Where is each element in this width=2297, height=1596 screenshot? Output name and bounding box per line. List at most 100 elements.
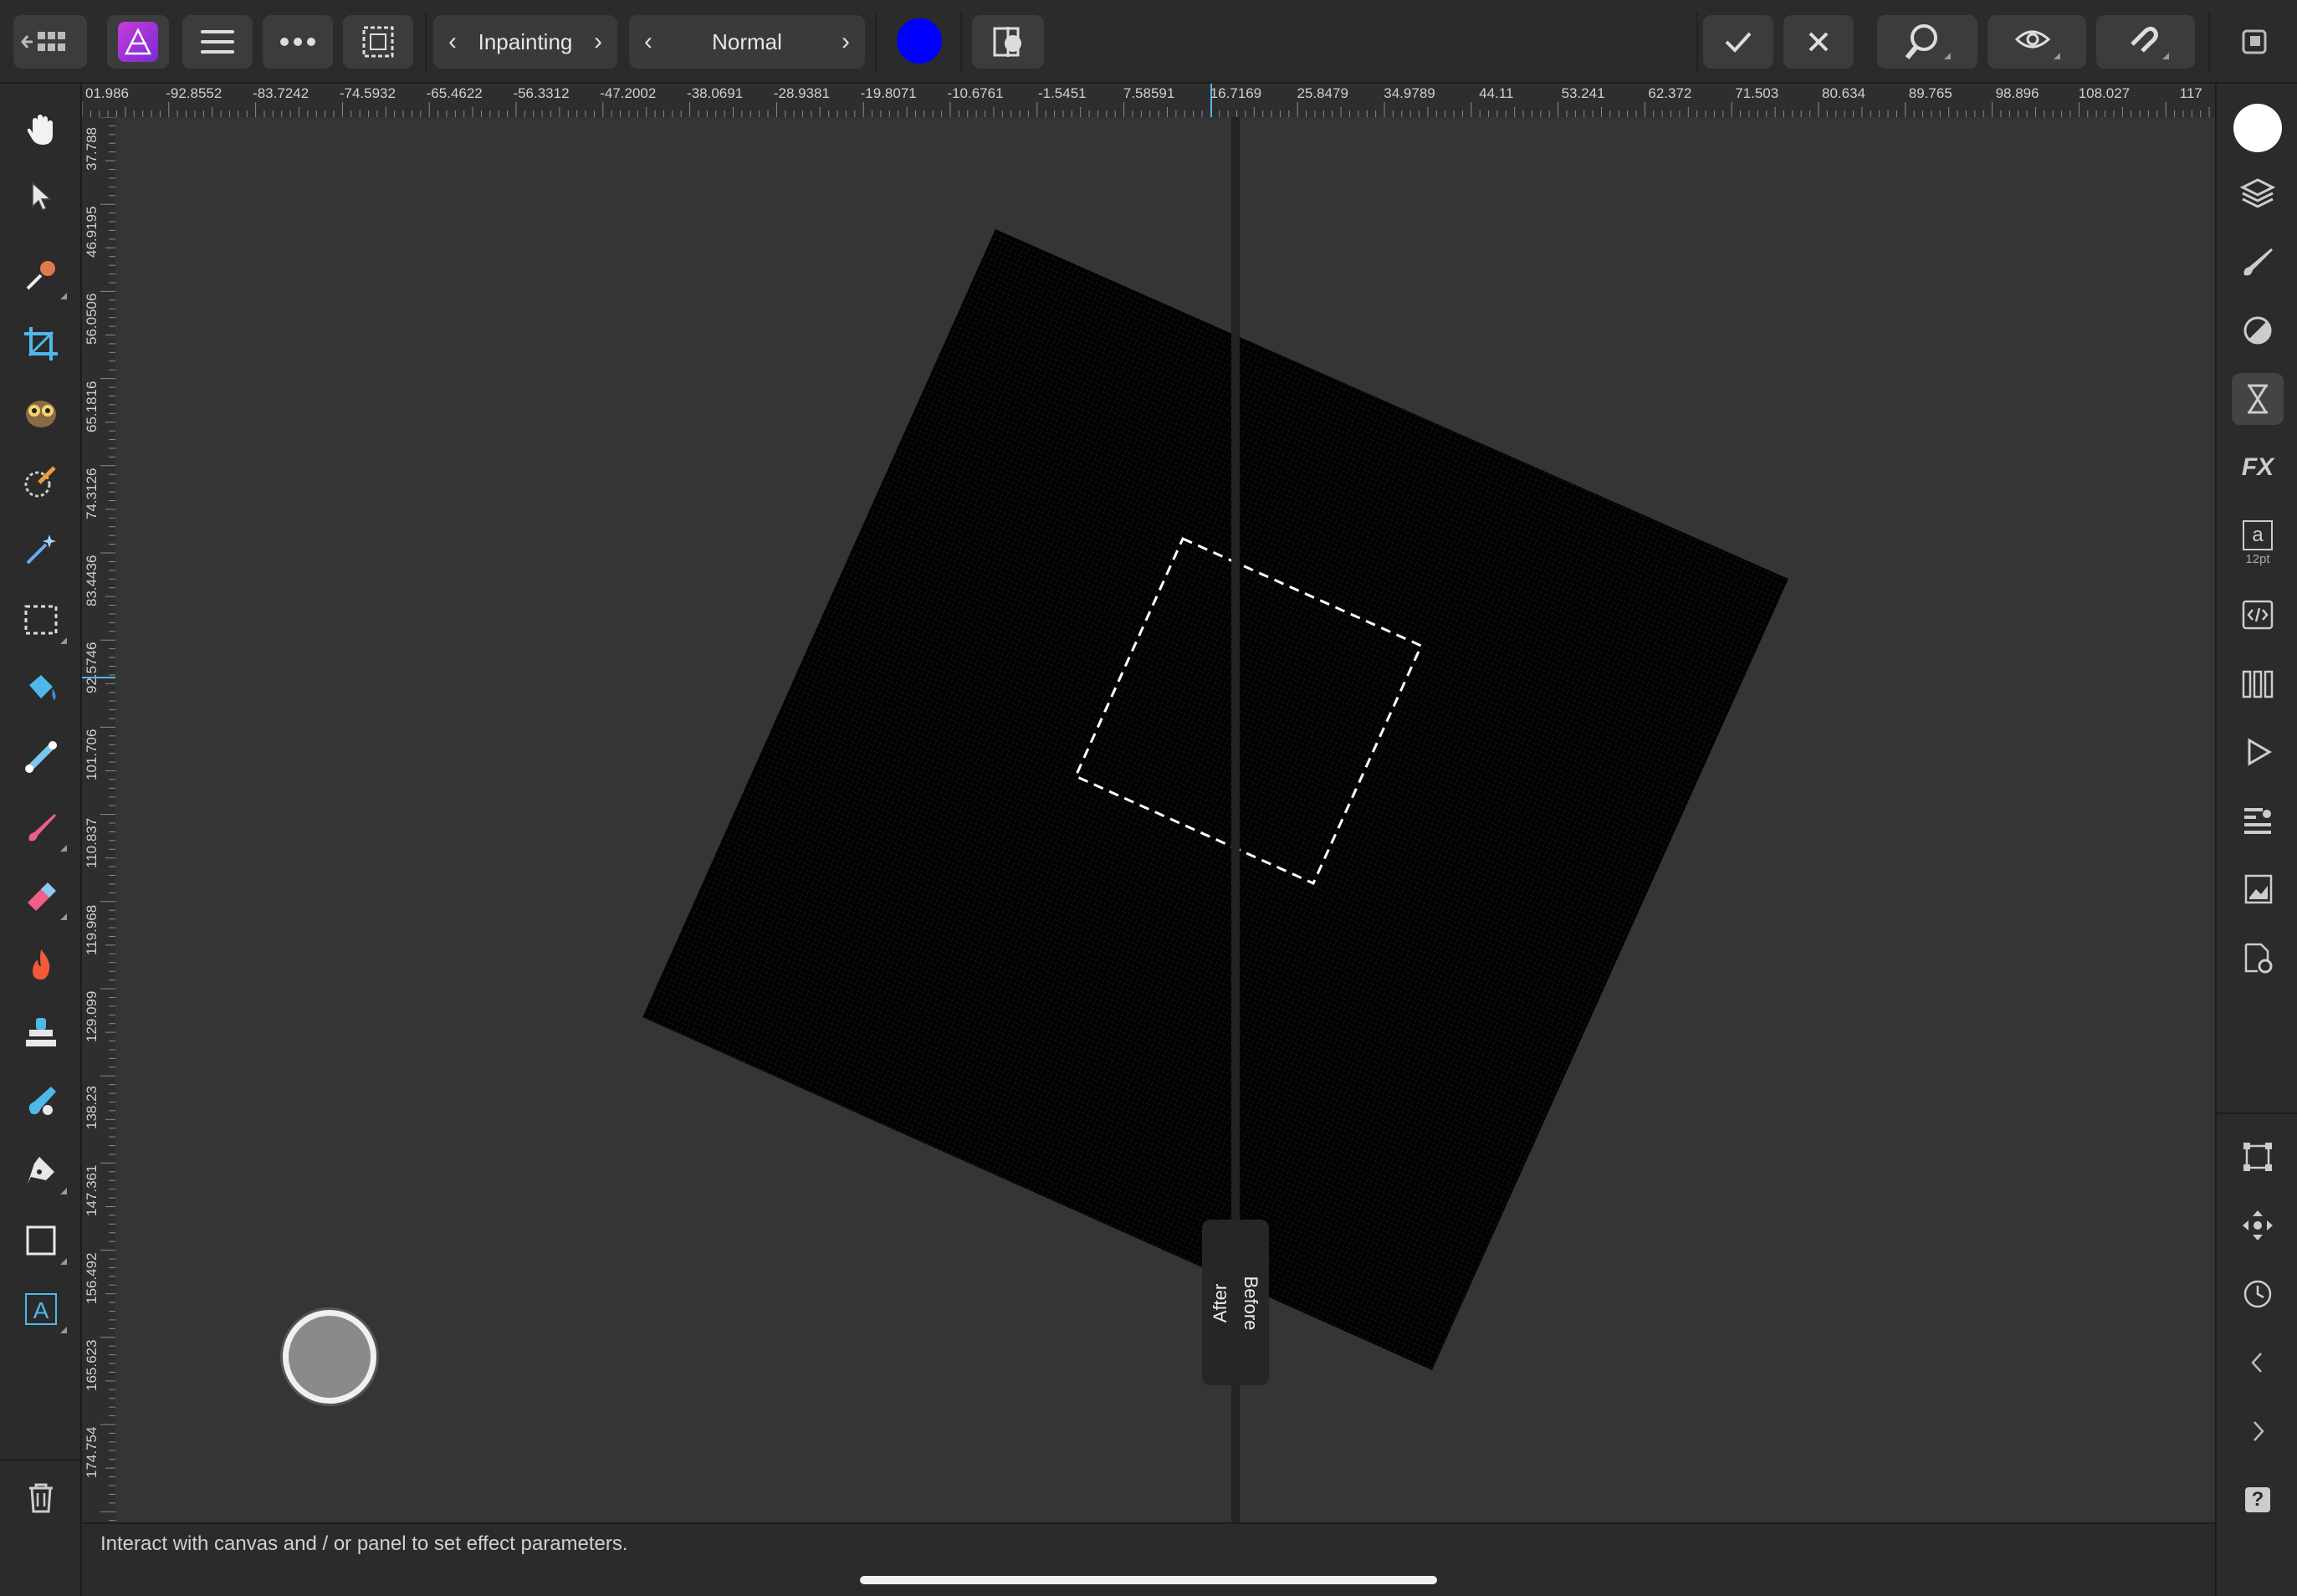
- quick-mask-eye-icon: [2014, 30, 2060, 59]
- history-panel-button[interactable]: [2232, 373, 2284, 425]
- split-view-handle[interactable]: After Before: [1202, 1220, 1269, 1385]
- vertical-ruler[interactable]: 37.788 46.9195 56.0506 65.1816 74.3126 83.443…: [82, 117, 115, 1522]
- flood-select-tool-icon: [26, 535, 56, 565]
- gradient-tool[interactable]: [15, 731, 67, 783]
- flood-select-tool[interactable]: [15, 524, 67, 575]
- macros-panel-button[interactable]: [2232, 726, 2284, 778]
- rectangular-marquee-tool[interactable]: [15, 594, 67, 646]
- brushes-panel-button[interactable]: [2232, 236, 2284, 288]
- color-picker-tool[interactable]: [15, 249, 67, 301]
- cancel-button[interactable]: [1783, 15, 1854, 69]
- ruler-label: 46.9195: [84, 206, 100, 258]
- ruler-label: 119.968: [84, 904, 100, 955]
- healing-brush-tool-icon: [28, 1087, 56, 1115]
- move-panel-button[interactable]: [2232, 1200, 2284, 1251]
- chevron-right-icon[interactable]: ›: [842, 28, 850, 56]
- snapping-button[interactable]: [2096, 15, 2195, 69]
- flood-fill-tool[interactable]: [15, 662, 67, 714]
- paint-brush-tool[interactable]: [15, 801, 67, 853]
- more-options-button[interactable]: [263, 15, 333, 69]
- primary-color-button[interactable]: [2232, 102, 2284, 154]
- crop-tool-icon: [24, 327, 58, 361]
- pen-tool[interactable]: [15, 1144, 67, 1196]
- fx-panel-icon: FX: [2241, 453, 2274, 481]
- rectangular-marquee-tool-icon: [24, 605, 58, 635]
- ruler-label: 53.241: [1561, 85, 1605, 101]
- affinity-photo-icon: [118, 22, 158, 62]
- assistant-button[interactable]: [283, 1310, 376, 1404]
- expand-right-button[interactable]: [2232, 1405, 2284, 1457]
- ruler-label: -65.4622: [426, 85, 483, 101]
- ruler-label: -38.0691: [687, 85, 744, 101]
- document-settings-button[interactable]: [2232, 932, 2284, 984]
- burn-brush-tool[interactable]: [15, 939, 67, 990]
- delete-button[interactable]: [15, 1472, 67, 1524]
- hand-tool[interactable]: [15, 104, 67, 156]
- selection-brush-tool[interactable]: [15, 455, 67, 507]
- ruler-label: 71.503: [1735, 85, 1779, 101]
- macros-panel-icon: [2248, 738, 2272, 766]
- ruler-label: 44.11: [1479, 85, 1514, 101]
- text-size-label: 12pt: [2245, 551, 2270, 566]
- rotate-panel-button[interactable]: [2232, 1268, 2284, 1320]
- stock-panel-button[interactable]: [2232, 863, 2284, 915]
- split-view-icon: [993, 27, 1021, 57]
- channels-panel-button[interactable]: [2232, 657, 2284, 709]
- split-view-button[interactable]: [972, 15, 1044, 69]
- crop-tool[interactable]: [15, 318, 67, 370]
- status-message: Interact with canvas and / or panel to s…: [100, 1532, 628, 1555]
- color-swatch[interactable]: [897, 18, 942, 64]
- window-mode-button[interactable]: [2225, 15, 2284, 69]
- help-button[interactable]: ?: [2232, 1474, 2284, 1526]
- ruler-label: 37.788: [84, 127, 100, 171]
- erase-brush-tool[interactable]: [15, 870, 67, 922]
- clone-brush-tool[interactable]: [15, 1007, 67, 1059]
- zoom-icon: [1905, 24, 1951, 59]
- more-dots-icon: [280, 38, 315, 46]
- layers-panel-button[interactable]: [2232, 167, 2284, 219]
- ruler-label: 156.492: [84, 1252, 100, 1304]
- blend-mode-selector[interactable]: ‹ Normal ›: [629, 15, 865, 69]
- move-tool[interactable]: [15, 171, 67, 223]
- code-panel-button[interactable]: [2232, 589, 2284, 641]
- zoom-button[interactable]: [1877, 15, 1977, 69]
- red-eye-tool[interactable]: [15, 386, 67, 438]
- back-to-gallery-button[interactable]: [13, 15, 87, 69]
- text-style-panel-button[interactable]: a 12pt: [2232, 510, 2284, 575]
- ruler-label: 101.706: [84, 729, 100, 781]
- commit-button[interactable]: [1703, 15, 1773, 69]
- ruler-label: -1.5451: [1037, 85, 1087, 101]
- ruler-label: -28.9381: [773, 85, 830, 101]
- artistic-text-tool[interactable]: A: [15, 1283, 67, 1335]
- chevron-left-icon[interactable]: ‹: [448, 28, 457, 56]
- horizontal-ruler[interactable]: 01.986 -92.8552 -83.7242 -74.5932 -65.4622 -5…: [82, 84, 2215, 117]
- ruler-label: -92.8552: [166, 85, 223, 101]
- selection-mode-button[interactable]: [343, 15, 413, 69]
- fx-panel-button[interactable]: FX: [2232, 442, 2284, 494]
- ruler-label: -19.8071: [860, 85, 917, 101]
- checkmark-icon: [1725, 32, 1752, 53]
- paint-brush-tool-icon: [28, 814, 56, 841]
- ruler-label: 01.986: [85, 85, 129, 101]
- healing-brush-tool[interactable]: [15, 1076, 67, 1128]
- app-menu-button[interactable]: [107, 15, 169, 69]
- transform-panel-button[interactable]: [2232, 1131, 2284, 1183]
- main-menu-button[interactable]: [182, 15, 253, 69]
- ruler-label: -56.3312: [513, 85, 570, 101]
- chevron-right-icon[interactable]: ›: [594, 28, 602, 56]
- stock-panel-icon: [2244, 874, 2273, 904]
- rotate-panel-icon: [2243, 1280, 2272, 1308]
- red-eye-tool-icon: [26, 401, 56, 427]
- quick-mask-button[interactable]: [1987, 15, 2086, 69]
- navigator-panel-button[interactable]: [2232, 795, 2284, 847]
- move-tool-icon: [32, 182, 52, 212]
- window-mode-icon: [2242, 29, 2267, 54]
- adjustments-panel-button[interactable]: [2232, 304, 2284, 356]
- tool-mode-selector[interactable]: ‹ Inpainting ›: [433, 15, 617, 69]
- document-canvas[interactable]: After Before: [115, 117, 2215, 1522]
- home-indicator[interactable]: [860, 1576, 1437, 1584]
- document-image[interactable]: [642, 229, 1788, 1370]
- rectangle-tool[interactable]: [15, 1215, 67, 1266]
- collapse-left-button[interactable]: [2232, 1337, 2284, 1389]
- chevron-left-icon[interactable]: ‹: [644, 28, 652, 56]
